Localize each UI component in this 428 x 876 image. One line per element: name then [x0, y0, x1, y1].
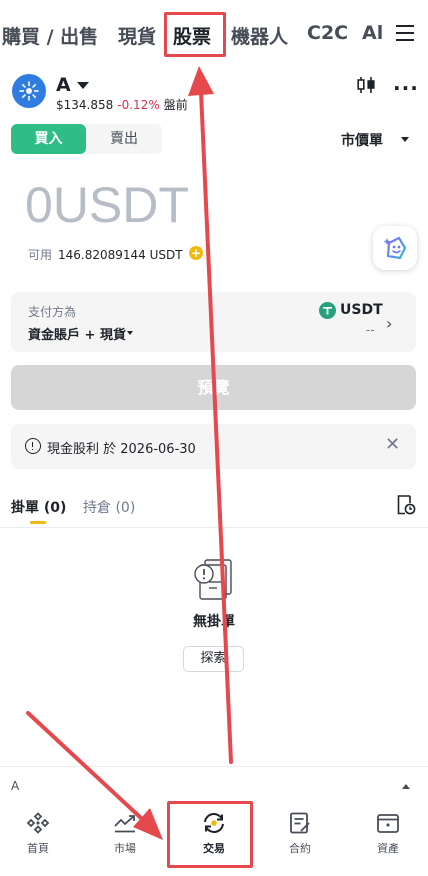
expand-up-icon[interactable]: [402, 784, 410, 789]
empty-state-text: 無掛單: [193, 614, 235, 630]
nav-home[interactable]: 首頁: [8, 812, 68, 856]
amount-value: 0: [25, 177, 53, 233]
usdt-icon: [319, 302, 336, 319]
nav-markets[interactable]: 市場: [95, 812, 155, 856]
tab-c2c[interactable]: C2C: [307, 22, 348, 44]
arrow-head-up: [188, 66, 214, 96]
order-type-select[interactable]: 市價單: [341, 130, 383, 150]
available-label: 可用: [28, 248, 53, 262]
asset-price: $134.858: [56, 98, 114, 112]
stocks-tab-highlight: [164, 12, 226, 57]
tab-spot[interactable]: 現貨: [118, 22, 156, 49]
asset-price-row: $134.858 -0.12% 盤前: [56, 96, 188, 113]
asset-symbol[interactable]: A: [56, 74, 71, 96]
nav-assets-label: 資產: [377, 842, 399, 855]
payment-method[interactable]: 資金賬戶 + 現貨: [28, 324, 126, 343]
nav-assets[interactable]: 資產: [358, 812, 418, 856]
payment-label: 支付方為: [28, 305, 77, 319]
home-icon: [26, 812, 50, 834]
nav-futures-label: 合約: [289, 842, 311, 855]
available-balance: 可用 146.82089144 USDT: [28, 246, 183, 263]
trade-nav-highlight: [167, 801, 253, 868]
notice-text: 現金股利 於 2026-06-30: [47, 442, 196, 457]
mini-asset-bar[interactable]: A: [0, 766, 428, 804]
asset-logo-icon: [19, 81, 39, 101]
ai-assistant-button[interactable]: [373, 226, 417, 270]
available-value: 146.82089144 USDT: [58, 248, 183, 262]
tab-open-orders[interactable]: 掛單 (0): [11, 497, 66, 517]
empty-orders-icon: [194, 559, 232, 600]
active-tab-indicator: [30, 521, 46, 524]
order-type-caret-icon[interactable]: [401, 137, 409, 142]
dividend-notice: 現金股利 於 2026-06-30 ✕: [11, 424, 416, 469]
payment-coin: USDT: [340, 302, 383, 318]
nav-home-label: 首頁: [27, 842, 49, 855]
info-icon: [25, 438, 41, 454]
ai-assistant-icon: [383, 236, 407, 260]
order-history-icon[interactable]: [396, 494, 416, 516]
asset-session: 盤前: [163, 98, 188, 112]
buy-sell-toggle: 買入 賣出: [11, 124, 162, 154]
preview-button[interactable]: 預覽: [11, 365, 416, 410]
close-icon[interactable]: ✕: [385, 434, 400, 455]
tab-bots[interactable]: 機器人: [231, 22, 288, 49]
nav-futures[interactable]: 合約: [270, 812, 330, 856]
sell-button[interactable]: 賣出: [86, 124, 162, 154]
mini-asset-symbol: A: [11, 779, 20, 793]
tab-positions[interactable]: 持倉 (0): [83, 497, 135, 517]
add-funds-icon[interactable]: +: [189, 246, 203, 260]
markets-icon: [114, 815, 135, 833]
menu-icon[interactable]: [396, 25, 414, 41]
payment-method-card[interactable]: 支付方為 資金賬戶 + 現貨 USDT -- ›: [11, 292, 416, 352]
section-divider: [0, 527, 428, 528]
candlestick-icon[interactable]: [356, 76, 376, 94]
asset-dropdown-icon[interactable]: [77, 82, 89, 89]
amount-input[interactable]: 0USDT: [25, 176, 189, 234]
amount-unit: USDT: [52, 177, 189, 233]
chevron-right-icon[interactable]: ›: [386, 314, 392, 333]
payment-caret-icon[interactable]: [127, 331, 133, 335]
more-options-icon[interactable]: ···: [393, 76, 419, 100]
tab-ai[interactable]: Al: [362, 22, 383, 44]
payment-amount: --: [366, 323, 375, 337]
asset-change: -0.12%: [117, 98, 160, 112]
tab-buy-sell[interactable]: 購買 / 出售: [2, 22, 98, 49]
buy-button[interactable]: 買入: [11, 124, 86, 154]
explore-button[interactable]: 探索: [183, 646, 244, 672]
nav-markets-label: 市場: [114, 842, 136, 855]
asset-logo: [12, 74, 46, 108]
futures-icon: [290, 812, 310, 834]
wallet-icon: [377, 814, 399, 833]
